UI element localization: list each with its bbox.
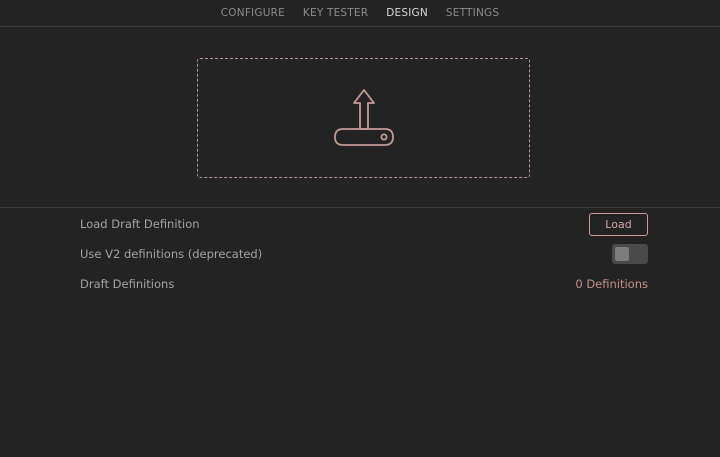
design-settings: Load Draft Definition Load Use V2 defini… [80, 209, 648, 299]
tab-configure[interactable]: CONFIGURE [221, 7, 285, 19]
load-draft-label: Load Draft Definition [80, 217, 200, 231]
tab-settings[interactable]: SETTINGS [446, 7, 499, 19]
v2-definitions-toggle[interactable] [612, 244, 648, 264]
draft-definitions-label: Draft Definitions [80, 277, 175, 291]
v2-definitions-row: Use V2 definitions (deprecated) [80, 239, 648, 269]
tab-key-tester[interactable]: KEY TESTER [303, 7, 368, 19]
toggle-knob [615, 247, 629, 261]
draft-definitions-row: Draft Definitions 0 Definitions [80, 269, 648, 299]
upload-icon [333, 89, 394, 146]
tab-design[interactable]: DESIGN [386, 7, 428, 19]
v2-definitions-label: Use V2 definitions (deprecated) [80, 247, 263, 261]
definition-dropzone[interactable] [197, 58, 530, 178]
dropzone-section [0, 27, 720, 208]
draft-definitions-count[interactable]: 0 Definitions [575, 277, 648, 291]
load-draft-row: Load Draft Definition Load [80, 209, 648, 239]
load-button[interactable]: Load [589, 212, 648, 236]
top-nav: CONFIGURE KEY TESTER DESIGN SETTINGS [0, 0, 720, 27]
